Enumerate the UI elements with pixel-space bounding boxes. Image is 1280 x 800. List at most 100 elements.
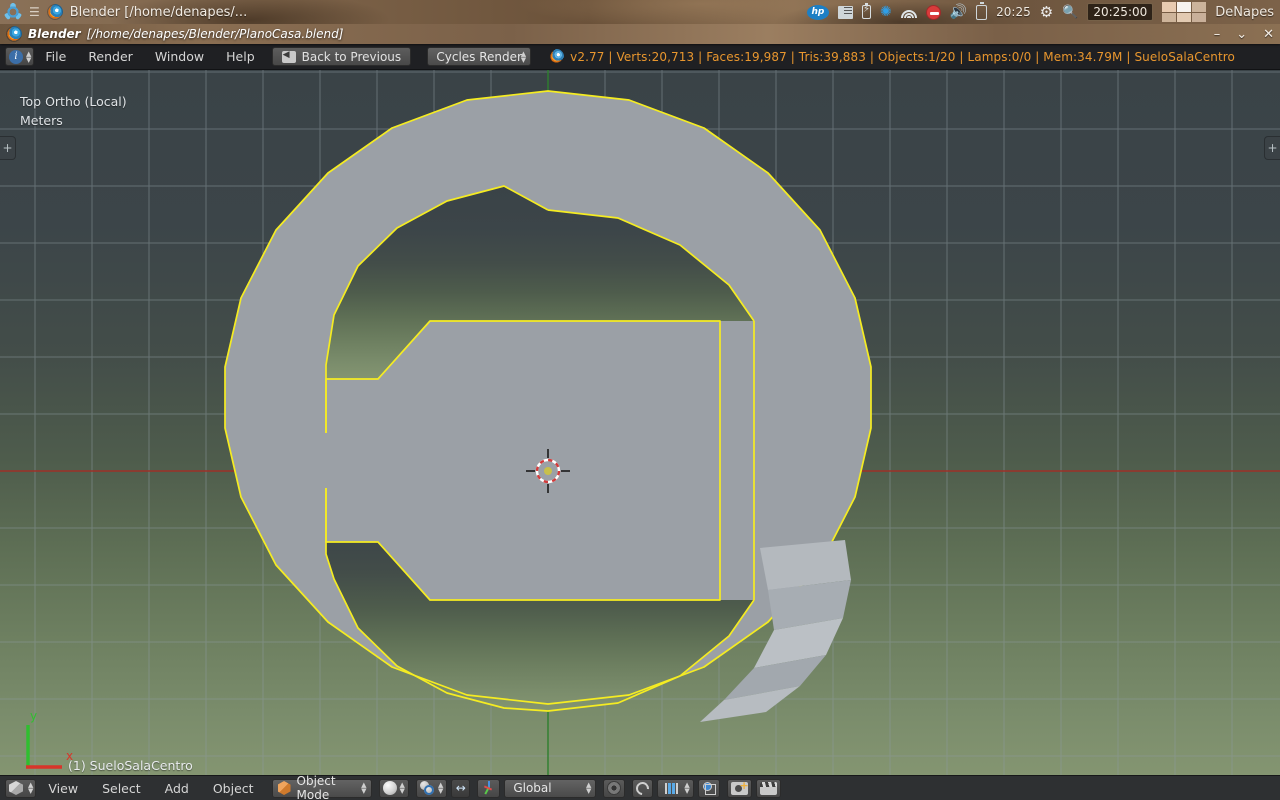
- snap-target-icon: [702, 781, 716, 795]
- layers-button[interactable]: [603, 778, 626, 798]
- window-blender-icon: [6, 26, 22, 42]
- viewport-view-name: Top Ortho (Local): [20, 94, 127, 109]
- os-app-menu-title[interactable]: Blender [/home/denapes/...: [70, 5, 247, 20]
- pivot-point-icon: [419, 781, 435, 795]
- note-icon[interactable]: [837, 5, 853, 19]
- blender-app: i ▲▼ File Render Window Help Back to Pre…: [0, 44, 1280, 800]
- chevron-updown-icon: ▲ ▼: [28, 781, 34, 795]
- layers-group: [603, 778, 626, 798]
- transform-orientation-icon: [481, 781, 496, 795]
- editor-type-selector[interactable]: i ▲ ▼: [5, 47, 35, 66]
- transform-orientation-dropdown[interactable]: Global ▲ ▼: [504, 778, 597, 798]
- transform-orientation-label: Global: [513, 781, 552, 795]
- close-button[interactable]: ✕: [1263, 28, 1274, 41]
- gear-icon[interactable]: ⚙: [1040, 4, 1053, 20]
- do-not-disturb-icon[interactable]: [925, 4, 941, 20]
- svg-text:y: y: [30, 709, 37, 723]
- menu-help[interactable]: Help: [215, 44, 266, 70]
- battery-icon[interactable]: [861, 2, 871, 19]
- properties-region-toggle[interactable]: +: [1264, 136, 1280, 160]
- chevron-updown-icon: ▲ ▼: [684, 781, 690, 795]
- blender-logo-icon: [549, 49, 565, 64]
- render-image-button[interactable]: [726, 778, 752, 798]
- snap-target-button[interactable]: [697, 778, 720, 798]
- toolshelf-toggle[interactable]: +: [0, 136, 16, 160]
- menu-file[interactable]: File: [34, 44, 77, 70]
- render-animation-button[interactable]: [755, 778, 781, 798]
- chevron-updown-icon: ▲ ▼: [399, 781, 405, 795]
- layers-icon: [607, 781, 622, 795]
- volume-icon[interactable]: 🔊: [950, 5, 967, 19]
- render-engine-dropdown[interactable]: Cycles Render ▲ ▼: [427, 47, 532, 66]
- window-controls: – ⌄ ✕: [1214, 24, 1274, 44]
- pivot-point-dropdown[interactable]: ▲ ▼: [415, 778, 448, 798]
- screen-root: ☰ Blender [/home/denapes/... hp ✺ 🔊 20:2…: [0, 0, 1280, 800]
- window-titlebar: Blender [/home/denapes/Blender/PlanoCasa…: [0, 24, 1280, 44]
- proportional-editing-icon: [661, 782, 681, 794]
- os-top-panel: ☰ Blender [/home/denapes/... hp ✺ 🔊 20:2…: [0, 0, 1280, 24]
- render-animation-icon: [759, 781, 777, 795]
- chevron-updown-icon: ▲ ▼: [520, 49, 527, 64]
- 3d-viewport[interactable]: y x Top Ortho (Local) Meters (1) SueloSa…: [0, 70, 1280, 775]
- os-system-tray: hp ✺ 🔊 20:25 ⚙ 🔍 20:25:00 DeNapes: [806, 0, 1280, 24]
- back-to-previous-label: Back to Previous: [301, 49, 402, 64]
- bluetooth-icon[interactable]: ✺: [880, 5, 892, 19]
- menu-render[interactable]: Render: [77, 44, 144, 70]
- back-to-previous-icon: [281, 50, 296, 63]
- hp-logo-icon[interactable]: hp: [806, 4, 829, 20]
- clock-widget[interactable]: 20:25:00: [1087, 3, 1154, 21]
- shading-group: ▲ ▼: [378, 778, 409, 798]
- object-mode-cube-icon: [277, 781, 291, 795]
- scene-statistics: v2.77 | Verts:20,713 | Faces:19,987 | Tr…: [570, 49, 1235, 64]
- active-object-label: (1) SueloSalaCentro: [68, 758, 193, 773]
- menu-object[interactable]: Object: [201, 776, 266, 800]
- render-group: [726, 778, 781, 798]
- blender-logo-icon: [46, 4, 63, 20]
- back-to-previous-button[interactable]: Back to Previous: [271, 47, 412, 66]
- user-menu[interactable]: DeNapes: [1215, 5, 1274, 20]
- ubuntu-logo-icon[interactable]: [4, 3, 22, 21]
- chevron-updown-icon: ▲ ▼: [437, 781, 444, 795]
- viewport-shading-dropdown[interactable]: ▲ ▼: [378, 778, 409, 798]
- battery-charging-icon[interactable]: [976, 2, 988, 20]
- chevron-updown-icon: ▲ ▼: [361, 781, 367, 795]
- transform-orientation-icon-button[interactable]: [477, 778, 501, 798]
- viewport-geometry-layer: y x: [0, 70, 1280, 775]
- window-file-path: [/home/denapes/Blender/PlanoCasa.blend]: [86, 27, 344, 41]
- transform-manipulator-icon: ↔: [455, 781, 466, 795]
- snap-magnet-icon: [633, 778, 652, 798]
- viewport-units-label: Meters: [20, 113, 63, 128]
- 3d-view-editor-icon: [9, 781, 23, 795]
- render-image-icon: [730, 779, 749, 795]
- info-menus: File Render Window Help: [34, 44, 265, 70]
- interaction-mode-label: Object Mode: [296, 774, 336, 800]
- wifi-icon[interactable]: [900, 6, 917, 18]
- hamburger-icon[interactable]: ☰: [29, 6, 40, 18]
- solid-shading-icon: [382, 781, 397, 795]
- chevron-updown-icon: ▲ ▼: [585, 781, 592, 795]
- info-editor-header: i ▲▼ File Render Window Help Back to Pre…: [0, 44, 1280, 70]
- window-app-name: Blender: [28, 27, 81, 41]
- manipulator-toggle[interactable]: ↔: [451, 778, 471, 798]
- tray-time-short[interactable]: 20:25: [996, 5, 1031, 19]
- proportional-editing-dropdown[interactable]: ▲ ▼: [657, 778, 694, 798]
- search-icon[interactable]: 🔍: [1062, 6, 1078, 19]
- maximize-button[interactable]: ⌄: [1236, 28, 1247, 41]
- os-panel-left: ☰ Blender [/home/denapes/...: [0, 0, 247, 24]
- pivot-group: ▲ ▼ ↔: [415, 778, 471, 798]
- orientation-group: Global ▲ ▼: [477, 778, 597, 798]
- chevron-updown-icon: ▲ ▼: [26, 49, 32, 64]
- minimize-button[interactable]: –: [1214, 28, 1221, 41]
- snap-toggle[interactable]: [632, 778, 654, 798]
- menu-add[interactable]: Add: [153, 776, 201, 800]
- menu-select[interactable]: Select: [90, 776, 153, 800]
- info-editor-icon: i: [9, 49, 23, 64]
- menu-window[interactable]: Window: [144, 44, 215, 70]
- render-engine-label: Cycles Render: [436, 49, 522, 64]
- 3d-view-header: ▲ ▼ View Select Add Object Object Mode ▲ ▼…: [0, 774, 1280, 800]
- snap-group: ▲ ▼: [632, 778, 720, 798]
- workspace-switcher[interactable]: [1162, 2, 1207, 22]
- editor-type-selector-3dview[interactable]: ▲ ▼: [5, 778, 37, 798]
- menu-view[interactable]: View: [36, 776, 90, 800]
- interaction-mode-dropdown[interactable]: Object Mode ▲ ▼: [271, 774, 372, 800]
